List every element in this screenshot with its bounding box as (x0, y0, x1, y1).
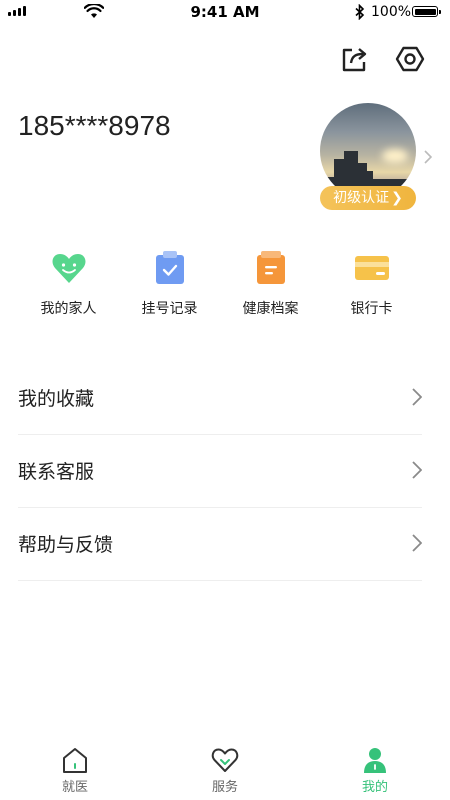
menu-item-label: 我的收藏 (18, 388, 95, 410)
quick-action-label: 我的家人 (40, 301, 97, 317)
chevron-right-icon (412, 534, 422, 552)
chevron-right-icon (412, 461, 422, 479)
menu-item-favorites[interactable]: 我的收藏 (18, 362, 422, 435)
health-record-icon (251, 248, 291, 288)
menu-list: 我的收藏 联系客服 帮助与反馈 (18, 362, 422, 581)
user-phone-number: 185****8978 (18, 110, 171, 141)
family-heart-icon (49, 248, 89, 288)
chevron-right-icon: ❯ (391, 190, 403, 206)
quick-action-label: 挂号记录 (141, 301, 198, 317)
tab-label: 我的 (361, 780, 388, 795)
chevron-right-icon (412, 388, 422, 406)
certification-badge[interactable]: 初级认证 ❯ (320, 186, 416, 210)
person-icon (364, 748, 386, 773)
quick-actions: 我的家人 挂号记录 健康档案 银行卡 (18, 248, 422, 318)
tab-label: 就医 (61, 780, 88, 795)
tab-medical[interactable]: 就医 (0, 736, 150, 800)
status-bar: 9:41 AM 100% (0, 0, 450, 24)
menu-item-customer-service[interactable]: 联系客服 (18, 435, 422, 508)
heart-service-icon (211, 748, 239, 772)
bank-card-icon (352, 248, 392, 288)
share-icon[interactable] (340, 44, 370, 74)
menu-item-label: 帮助与反馈 (18, 534, 114, 556)
bluetooth-icon (355, 4, 365, 20)
tab-label: 服务 (211, 780, 238, 795)
profile-chevron-right-icon[interactable] (424, 149, 433, 168)
battery-icon (412, 6, 441, 17)
quick-action-health-record[interactable]: 健康档案 (220, 248, 321, 318)
quick-action-bank-card[interactable]: 银行卡 (321, 248, 422, 318)
quick-action-label: 健康档案 (242, 301, 299, 317)
menu-item-help-feedback[interactable]: 帮助与反馈 (18, 508, 422, 581)
registration-clipboard-icon (150, 248, 190, 288)
tab-services[interactable]: 服务 (150, 736, 300, 800)
tab-mine[interactable]: 我的 (300, 736, 450, 800)
settings-icon[interactable] (395, 44, 425, 74)
menu-item-label: 联系客服 (18, 461, 95, 483)
avatar[interactable] (320, 103, 416, 199)
certification-label: 初级认证 (333, 190, 390, 206)
quick-action-registration[interactable]: 挂号记录 (119, 248, 220, 318)
tab-bar: 就医 服务 我的 (0, 736, 450, 800)
home-icon (63, 748, 87, 773)
quick-action-family[interactable]: 我的家人 (18, 248, 119, 318)
battery-percent: 100% (371, 4, 412, 20)
quick-action-label: 银行卡 (350, 301, 393, 317)
